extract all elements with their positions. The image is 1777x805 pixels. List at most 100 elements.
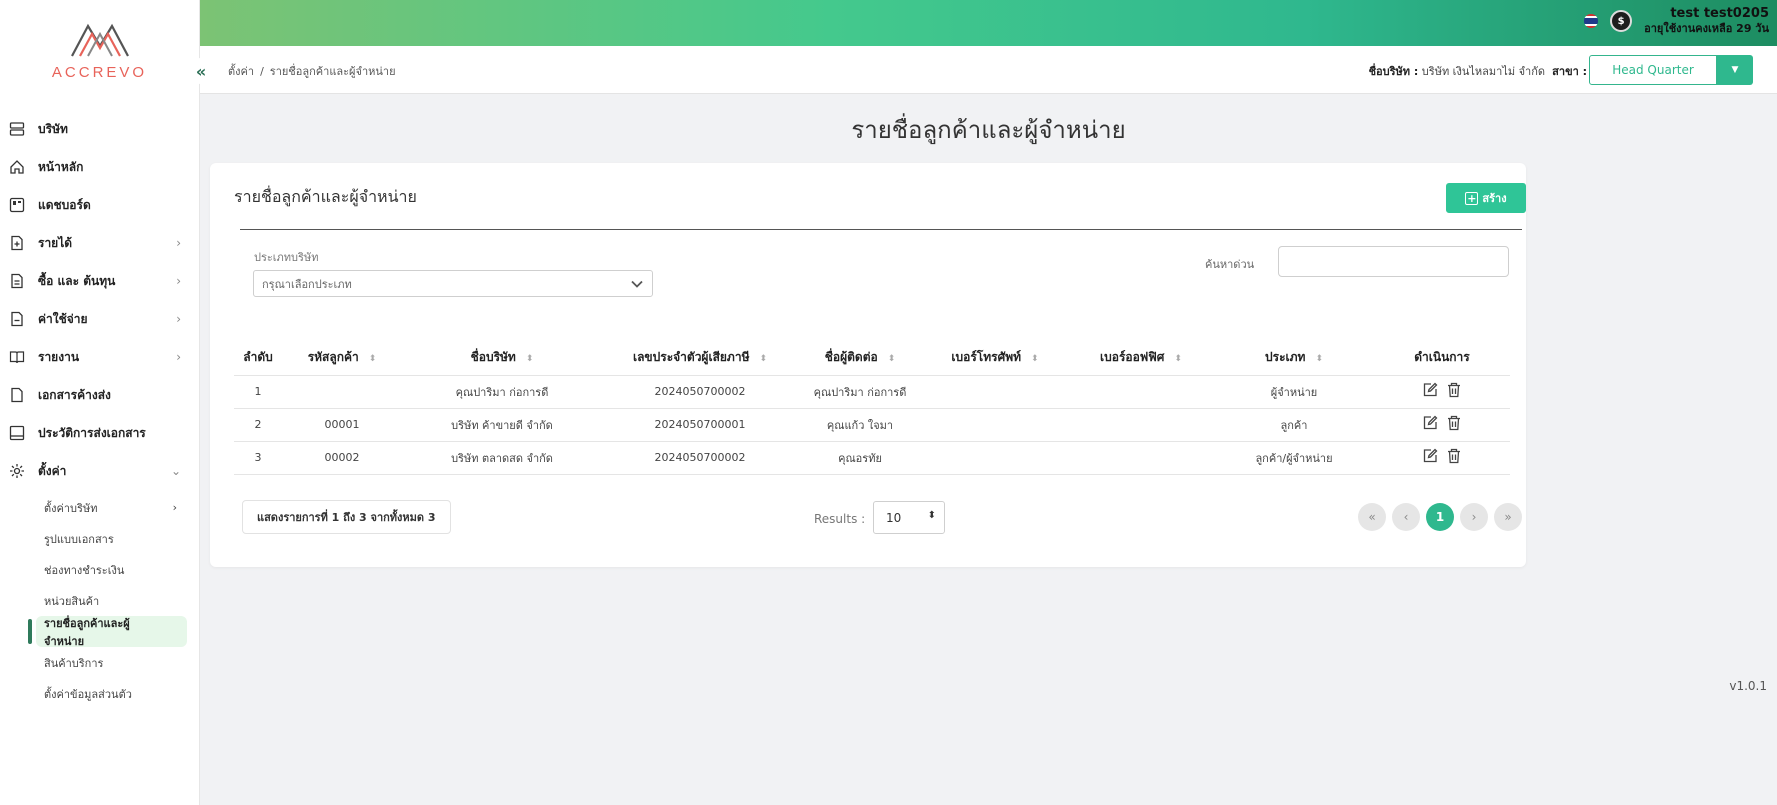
table-row: 1 คุณปาริมา ก่อการดี 2024050700002 คุณปา… <box>234 375 1510 409</box>
edit-icon[interactable] <box>1422 448 1438 464</box>
sidebar-item-company[interactable]: บริษัท <box>0 110 199 148</box>
trash-icon[interactable] <box>1446 448 1462 464</box>
content-card: รายชื่อลูกค้าและผู้จำหน่าย + สร้าง ประเภ… <box>210 163 1526 567</box>
cell-contact: คุณแก้ว ใจมา <box>798 408 922 442</box>
sidebar-item-pending-docs[interactable]: เอกสารค้างส่ง <box>0 376 199 414</box>
breadcrumb-current: รายชื่อลูกค้าและผู้จำหน่าย <box>269 65 396 78</box>
sidebar-item-dashboard[interactable]: แดชบอร์ด <box>0 186 199 224</box>
sub-item-company-settings[interactable]: ตั้งค่าบริษัท › <box>36 492 199 523</box>
top-header: $ test test0205 อายุใช้งานคงเหลือ 29 วัน <box>200 0 1777 46</box>
col-office[interactable]: เบอร์ออฟฟิศ ⬍ <box>1068 341 1214 376</box>
sub-item-customers-vendors[interactable]: รายชื่อลูกค้าและผู้จำหน่าย <box>28 616 187 648</box>
sub-item-personal-settings[interactable]: ตั้งค่าข้อมูลส่วนตัว <box>36 678 199 709</box>
edit-icon[interactable] <box>1422 382 1438 398</box>
sidebar-item-send-history[interactable]: ประวัติการส่งเอกสาร <box>0 414 199 452</box>
collapse-sidebar-button[interactable]: « <box>188 58 214 84</box>
sidebar-item-home[interactable]: หน้าหลัก <box>0 148 199 186</box>
sidebar-nav: บริษัท หน้าหลัก แดชบอร์ด รายได้ › ซื้อ แ… <box>0 96 199 709</box>
cell-phone <box>922 441 1068 475</box>
sub-item-label: ช่องทางชำระเงิน <box>44 563 125 577</box>
gear-icon <box>8 462 26 480</box>
sort-icon: ⬍ <box>887 354 896 365</box>
sub-item-label: รายชื่อลูกค้าและผู้จำหน่าย <box>44 616 130 648</box>
license-remaining: อายุใช้งานคงเหลือ 29 วัน <box>1644 22 1769 35</box>
table-row: 2 00001 บริษัท ค้าขายดี จำกัด 2024050700… <box>234 408 1510 442</box>
sub-item-payment-channel[interactable]: ช่องทางชำระเงิน <box>36 554 199 585</box>
col-no[interactable]: ลำดับ <box>234 341 282 376</box>
chevron-down-icon: ⌄ <box>170 464 181 478</box>
col-tax-id[interactable]: เลขประจำตัวผู้เสียภาษี ⬍ <box>602 341 798 376</box>
sidebar-item-expense[interactable]: ค่าใช้จ่าย › <box>0 300 199 338</box>
breadcrumb-settings[interactable]: ตั้งค่า <box>228 65 254 78</box>
cell-office <box>1068 408 1214 442</box>
sort-icon: ⬍ <box>1315 354 1323 365</box>
sidebar-item-report[interactable]: รายงาน › <box>0 338 199 376</box>
pager-first-button[interactable]: « <box>1358 503 1386 531</box>
pager-page-1-button[interactable]: 1 <box>1426 503 1454 531</box>
pager-next-button[interactable]: › <box>1460 503 1488 531</box>
cell-type: ลูกค้า/ผู้จำหน่าย <box>1214 441 1374 475</box>
trash-icon[interactable] <box>1446 382 1462 398</box>
pager-last-button[interactable]: » <box>1494 503 1522 531</box>
cell-no: 3 <box>234 441 282 475</box>
trash-icon[interactable] <box>1446 415 1462 431</box>
results-per-page-select[interactable]: 10 ⬍ <box>873 501 945 534</box>
cell-company: คุณปาริมา ก่อการดี <box>402 375 602 409</box>
cell-no: 2 <box>234 408 282 442</box>
sidebar-item-purchase[interactable]: ซื้อ และ ต้นทุน › <box>0 262 199 300</box>
create-button[interactable]: + สร้าง <box>1446 183 1526 213</box>
chevron-right-icon: › <box>176 350 181 364</box>
server-icon <box>8 120 26 138</box>
sidebar-item-label: ประวัติการส่งเอกสาร <box>38 425 146 440</box>
cell-code: 00001 <box>282 408 402 442</box>
customers-table: ลำดับ รหัสลูกค้า ⬍ ชื่อบริษัท ⬍ เลขประจำตั… <box>234 341 1510 475</box>
breadcrumb-bar: « ตั้งค่า / รายชื่อลูกค้าและผู้จำหน่าย ชื่… <box>188 46 1777 94</box>
col-code[interactable]: รหัสลูกค้า ⬍ <box>282 341 402 376</box>
sidebar-item-label: แดชบอร์ด <box>38 197 91 212</box>
sidebar-item-label: รายงาน <box>38 349 80 364</box>
cell-actions <box>1374 375 1510 409</box>
chevron-right-icon: › <box>176 274 181 288</box>
quick-search-input[interactable] <box>1278 246 1509 277</box>
breadcrumb: ตั้งค่า / รายชื่อลูกค้าและผู้จำหน่าย <box>228 62 396 80</box>
branch-select[interactable]: Head Quarter <box>1589 55 1717 85</box>
cell-type: ลูกค้า <box>1214 408 1374 442</box>
sub-item-label: รูปแบบเอกสาร <box>44 532 114 546</box>
sub-item-products-services[interactable]: สินค้าบริการ <box>36 647 199 678</box>
col-type[interactable]: ประเภท ⬍ <box>1214 341 1374 376</box>
edit-icon[interactable] <box>1422 415 1438 431</box>
company-value: บริษัท เงินไหลมาไม่ จำกัด <box>1421 65 1545 78</box>
sidebar-item-label: เอกสารค้างส่ง <box>38 387 111 402</box>
sub-item-label: สินค้าบริการ <box>44 656 104 670</box>
sub-item-document-format[interactable]: รูปแบบเอกสาร <box>36 523 199 554</box>
pagination: « ‹ 1 › » <box>1358 503 1522 531</box>
cell-contact: คุณปาริมา ก่อการดี <box>798 375 922 409</box>
cell-company: บริษัท ตลาดสด จำกัด <box>402 441 602 475</box>
create-button-label: สร้าง <box>1482 192 1507 205</box>
sidebar: ACCREVO บริษัท หน้าหลัก แดชบอร์ด รายได้ … <box>0 0 200 805</box>
cell-tax-id: 2024050700002 <box>602 441 798 475</box>
dollar-coin-icon[interactable]: $ <box>1610 10 1633 32</box>
branch-dropdown-caret-icon[interactable]: ▼ <box>1717 55 1753 85</box>
logo[interactable]: ACCREVO <box>0 0 199 96</box>
col-company[interactable]: ชื่อบริษัท ⬍ <box>402 341 602 376</box>
sidebar-item-settings[interactable]: ตั้งค่า ⌄ <box>0 452 199 490</box>
col-phone[interactable]: เบอร์โทรศัพท์ ⬍ <box>922 341 1068 376</box>
sidebar-item-label: บริษัท <box>38 121 68 136</box>
sub-item-product-unit[interactable]: หน่วยสินค้า <box>36 585 199 616</box>
tray-icon <box>8 424 26 442</box>
cell-no: 1 <box>234 375 282 409</box>
user-menu[interactable]: $ test test0205 อายุใช้งานคงเหลือ 29 วัน <box>1584 6 1769 36</box>
sub-item-label: ตั้งค่าบริษัท <box>44 501 98 515</box>
quick-search-label: ค้นหาด่วน <box>1205 258 1255 271</box>
company-type-select[interactable]: กรุณาเลือกประเภท <box>253 270 653 297</box>
file-minus-icon <box>8 310 26 328</box>
sidebar-item-label: ตั้งค่า <box>38 463 67 478</box>
sort-caret-icon: ⬍ <box>927 510 936 521</box>
sidebar-item-income[interactable]: รายได้ › <box>0 224 199 262</box>
col-contact[interactable]: ชื่อผู้ติดต่อ ⬍ <box>798 341 922 376</box>
pager-prev-button[interactable]: ‹ <box>1392 503 1420 531</box>
sort-icon: ⬍ <box>525 354 534 365</box>
thai-flag-icon[interactable] <box>1584 14 1599 28</box>
chevron-right-icon: › <box>176 312 181 326</box>
